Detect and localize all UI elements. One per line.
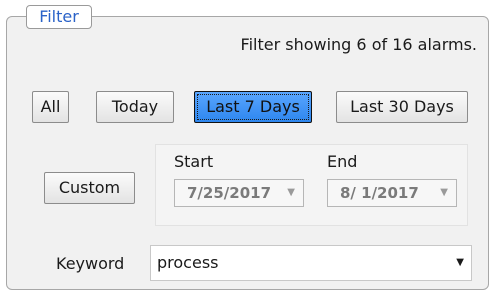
- end-label: End: [327, 152, 358, 171]
- chevron-down-icon: ▼: [440, 187, 448, 198]
- start-date-value: 7/25/2017: [187, 184, 272, 202]
- last-7-days-button[interactable]: Last 7 Days: [194, 91, 312, 123]
- end-date-value: 8/ 1/2017: [340, 184, 419, 202]
- filter-status-text: Filter showing 6 of 16 alarms.: [240, 35, 477, 54]
- all-button[interactable]: All: [32, 91, 69, 123]
- chevron-down-icon: ▼: [287, 187, 295, 198]
- start-date-picker[interactable]: 7/25/2017 ▼: [174, 179, 304, 207]
- last-30-days-button[interactable]: Last 30 Days: [336, 91, 468, 123]
- end-date-picker[interactable]: 8/ 1/2017 ▼: [327, 179, 457, 207]
- keyword-label: Keyword: [56, 254, 125, 273]
- keyword-value: process: [157, 253, 219, 272]
- filter-legend: Filter: [26, 5, 92, 29]
- today-button[interactable]: Today: [96, 91, 174, 123]
- keyword-combobox[interactable]: process ▼: [150, 245, 472, 281]
- start-label: Start: [174, 152, 214, 171]
- custom-button[interactable]: Custom: [44, 172, 135, 204]
- chevron-down-icon[interactable]: ▼: [456, 246, 464, 280]
